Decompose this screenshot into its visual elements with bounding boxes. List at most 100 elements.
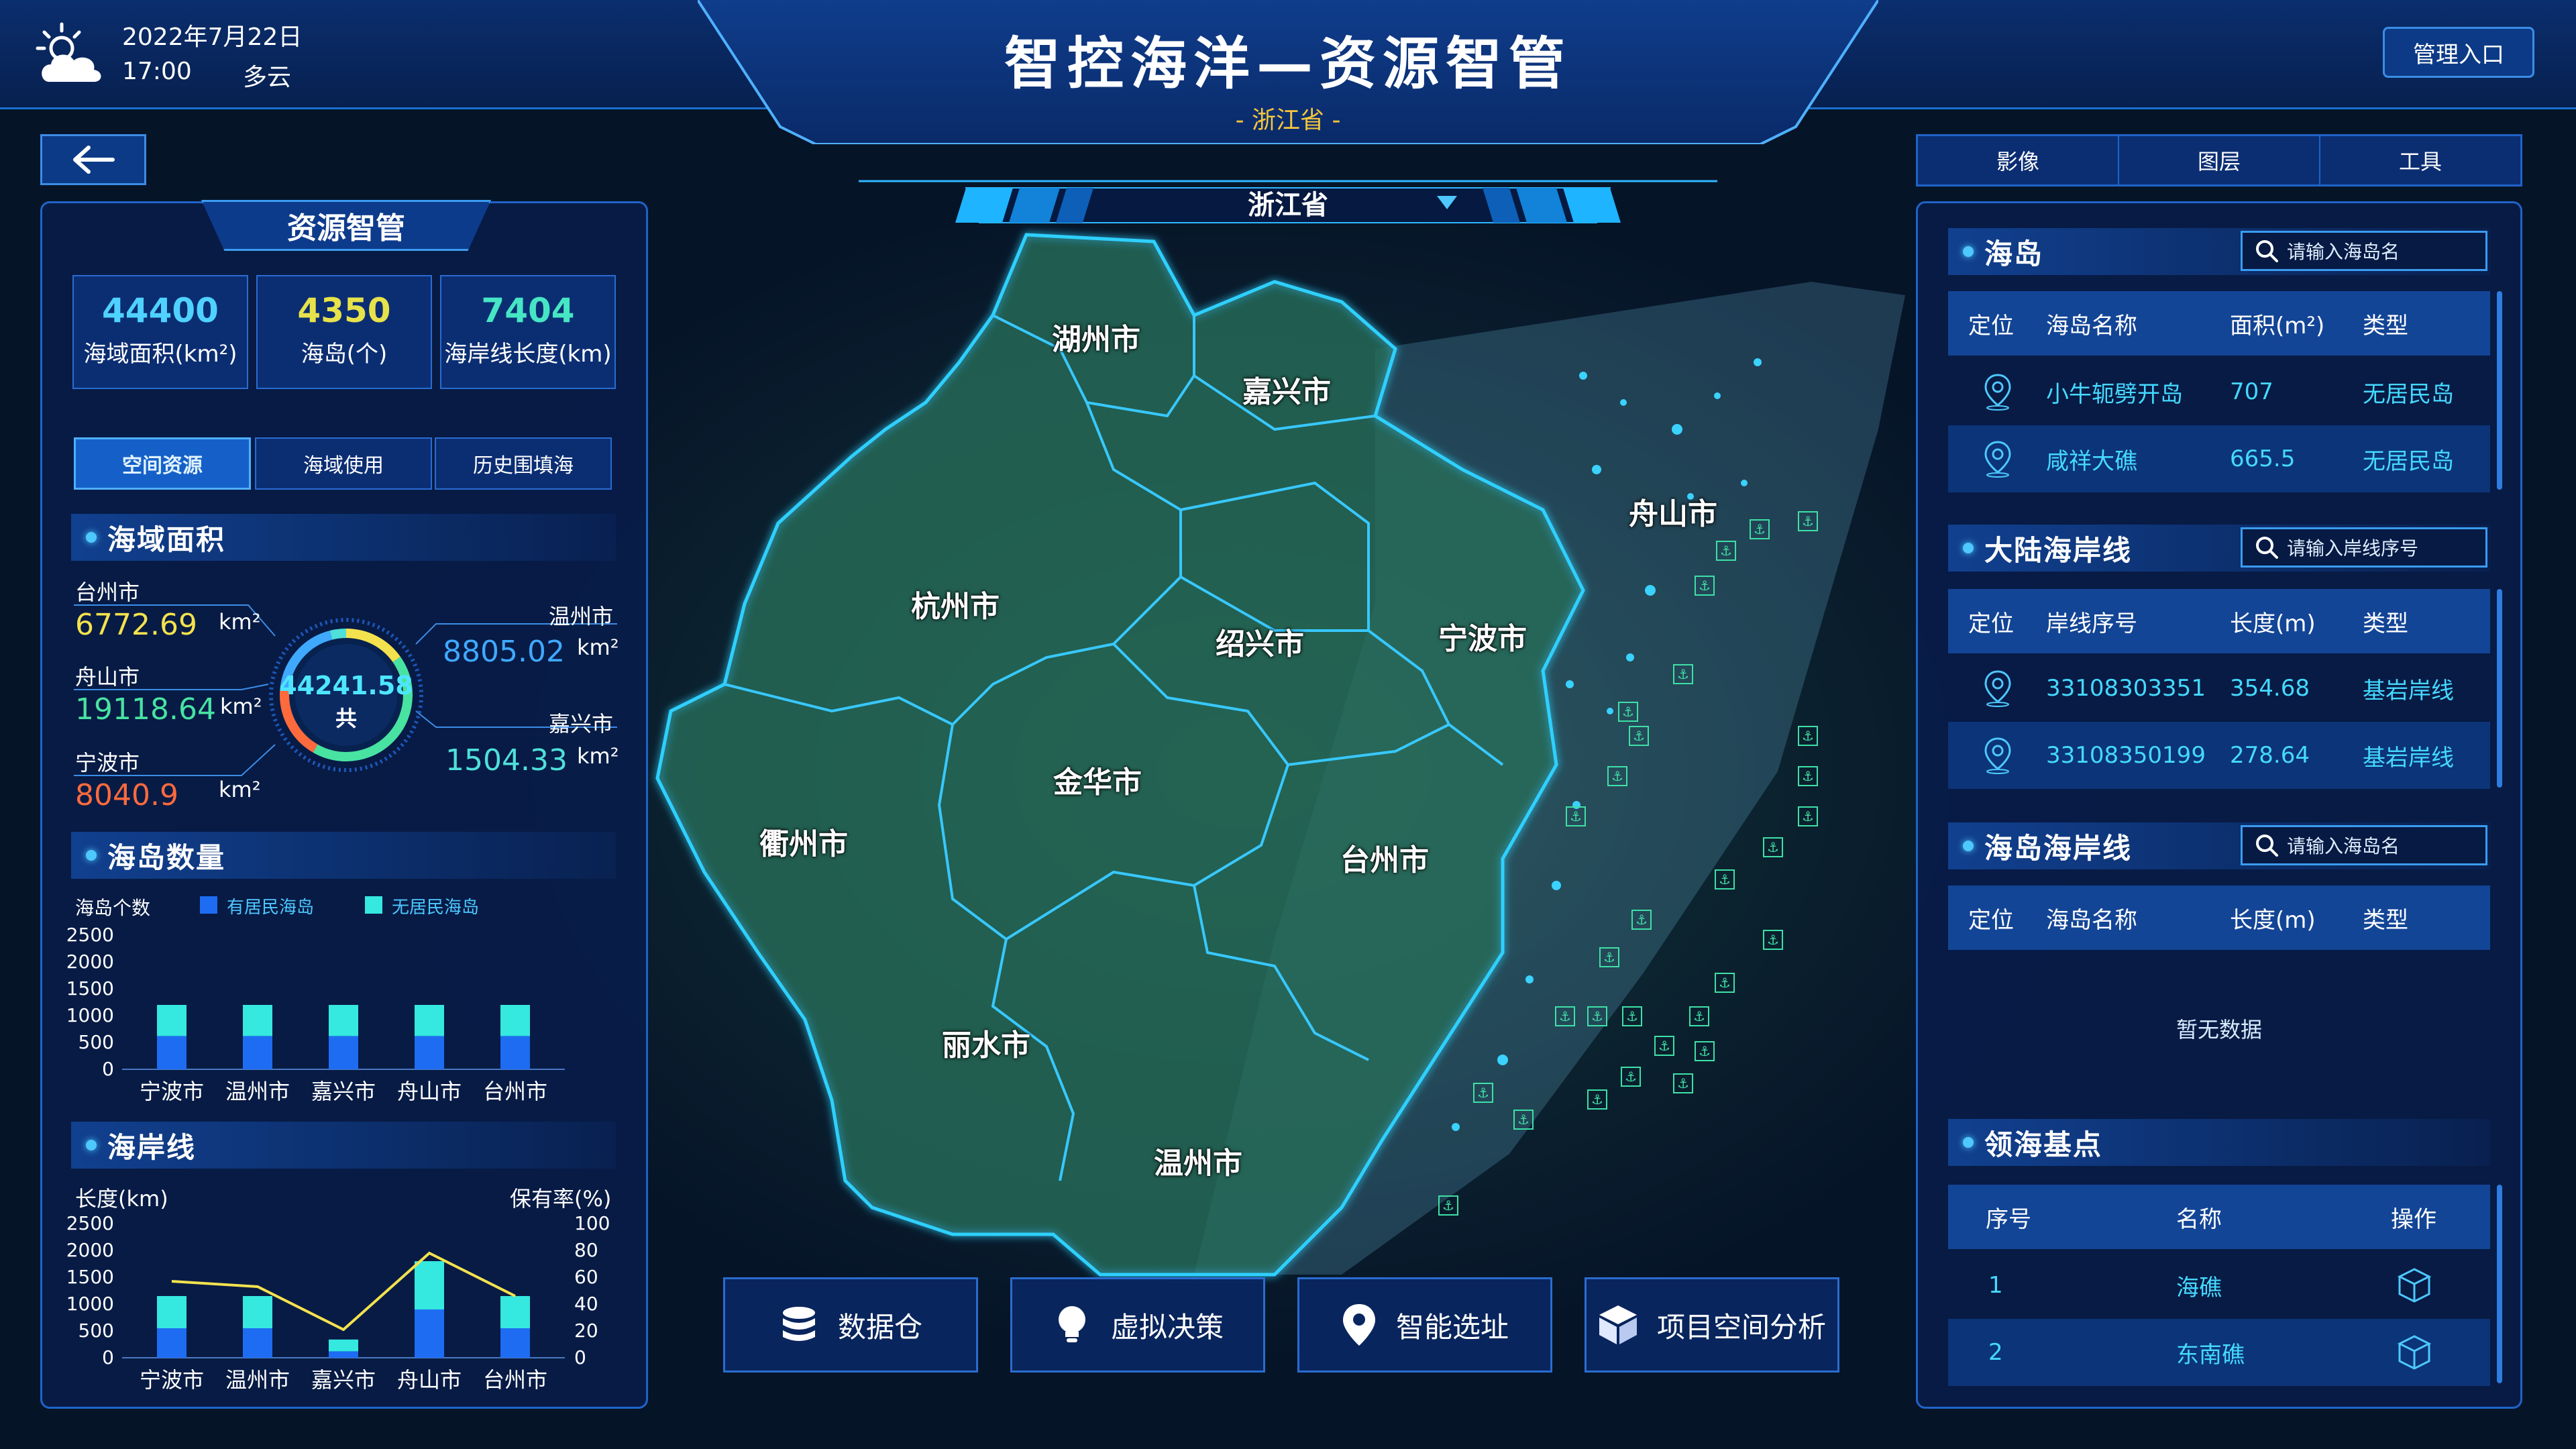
cube-view-icon[interactable] — [2398, 1267, 2431, 1303]
y2-tick-label: 100 — [574, 1212, 610, 1234]
port-marker[interactable]: ⚓ — [1750, 519, 1770, 539]
bar-segment — [329, 1339, 358, 1352]
map-label-hangzhou[interactable]: 杭州市 — [911, 582, 1000, 625]
port-marker[interactable]: ⚓ — [1599, 947, 1619, 967]
sea-city-name: 嘉兴市 — [549, 711, 614, 737]
port-marker[interactable]: ⚓ — [1798, 766, 1818, 786]
bar-segment — [500, 1296, 530, 1328]
island-search-input[interactable]: 请输入海岛名 — [2241, 231, 2487, 271]
tab-tools[interactable]: 工具 — [2320, 136, 2520, 184]
tab-spatial-resources[interactable]: 空间资源 — [74, 437, 251, 490]
port-marker[interactable]: ⚓ — [1629, 726, 1649, 746]
project-analysis-button[interactable]: 项目空间分析 — [1585, 1277, 1839, 1373]
port-marker[interactable]: ⚓ — [1798, 806, 1818, 826]
y2-tick-label: 0 — [574, 1346, 586, 1368]
table-row[interactable]: 33108303351 354.68 基岩岸线 — [1948, 655, 2490, 722]
column-header: 定位 — [1968, 906, 2014, 934]
lightbulb-icon — [1058, 1306, 1085, 1342]
admin-entry-button[interactable]: 管理入口 — [2383, 27, 2534, 78]
port-marker[interactable]: ⚓ — [1654, 1036, 1674, 1056]
column-header: 类型 — [2363, 906, 2408, 934]
port-marker[interactable]: ⚓ — [1607, 766, 1627, 786]
map-label-wenzhou[interactable]: 温州市 — [1154, 1139, 1242, 1182]
map-label-lishui[interactable]: 丽水市 — [942, 1021, 1030, 1064]
x-tick-label: 宁波市 — [140, 1079, 204, 1104]
bullet-icon — [86, 532, 97, 543]
map-label-zhoushan[interactable]: 舟山市 — [1629, 490, 1717, 533]
left-panel-title: 资源智管 — [201, 200, 491, 251]
section-header-baseline: 领海基点 — [1948, 1119, 2490, 1166]
port-marker[interactable]: ⚓ — [1715, 869, 1735, 890]
chevron-down-icon[interactable] — [1436, 195, 1458, 211]
port-marker[interactable]: ⚓ — [1473, 1083, 1493, 1103]
locate-icon[interactable] — [1983, 440, 2012, 478]
coastline-table-scrollbar[interactable] — [2497, 589, 2502, 788]
bar-segment — [329, 1005, 358, 1036]
sea-city-value: 19118.64 — [75, 692, 216, 727]
locate-icon[interactable] — [1983, 669, 2012, 707]
port-marker[interactable]: ⚓ — [1618, 702, 1638, 722]
tab-layers[interactable]: 图层 — [2119, 136, 2320, 184]
table-row[interactable]: 1 海礁 — [1948, 1252, 2490, 1319]
baseline-name: 海礁 — [2176, 1274, 2222, 1301]
port-marker[interactable]: ⚓ — [1716, 541, 1736, 561]
port-marker[interactable]: ⚓ — [1673, 1073, 1693, 1093]
tab-imagery[interactable]: 影像 — [1918, 136, 2119, 184]
port-marker[interactable]: ⚓ — [1715, 973, 1735, 993]
port-marker[interactable]: ⚓ — [1695, 576, 1715, 596]
table-row[interactable]: 咸祥大礁 665.5 无居民岛 — [1948, 425, 2490, 492]
port-marker[interactable]: ⚓ — [1587, 1006, 1607, 1026]
tab-historic-reclamation[interactable]: 历史围填海 — [435, 437, 612, 490]
port-marker[interactable]: ⚓ — [1798, 726, 1818, 746]
map-label-taizhou[interactable]: 台州市 — [1340, 836, 1429, 879]
table-row[interactable]: 33108350199 278.64 基岩岸线 — [1948, 722, 2490, 789]
port-marker[interactable]: ⚓ — [1438, 1195, 1458, 1216]
bar-segment — [243, 1005, 272, 1036]
baseline-table-scrollbar[interactable] — [2497, 1185, 2502, 1383]
map-label-jiaxing[interactable]: 嘉兴市 — [1242, 368, 1331, 411]
section-title: 海岸线 — [107, 1130, 197, 1164]
chart-y-title: 海岛个数 — [75, 897, 151, 919]
locate-icon[interactable] — [1983, 737, 2012, 774]
sea-city-name: 宁波市 — [75, 750, 140, 775]
island-type: 无居民岛 — [2363, 447, 2454, 475]
map-label-jinhua[interactable]: 金华市 — [1053, 758, 1142, 801]
coastline-length: 354.68 — [2230, 675, 2310, 702]
data-warehouse-button[interactable]: 数据仓 — [723, 1277, 978, 1373]
table-row[interactable]: 小牛轭劈开岛 707 无居民岛 — [1948, 358, 2490, 425]
port-marker[interactable]: ⚓ — [1621, 1067, 1641, 1087]
legend-label-inhabited: 有居民海岛 — [227, 898, 315, 918]
bar-segment — [415, 1261, 444, 1309]
coastline-search-input[interactable]: 请输入岸线序号 — [2241, 527, 2487, 568]
port-marker[interactable]: ⚓ — [1513, 1110, 1534, 1130]
port-marker[interactable]: ⚓ — [1566, 806, 1586, 826]
cube-view-icon[interactable] — [2398, 1334, 2431, 1371]
locate-icon[interactable] — [1983, 373, 2012, 411]
tab-sea-use[interactable]: 海域使用 — [255, 437, 432, 490]
port-marker[interactable]: ⚓ — [1555, 1006, 1575, 1026]
map-label-shaoxing[interactable]: 绍兴市 — [1216, 620, 1304, 663]
island-coast-search-input[interactable]: 请输入海岛名 — [2241, 825, 2487, 865]
map-label-huzhou[interactable]: 湖州市 — [1052, 315, 1140, 358]
table-row[interactable]: 2 东南礁 — [1948, 1319, 2490, 1386]
island-table-scrollbar[interactable] — [2497, 291, 2502, 490]
back-button[interactable] — [40, 134, 146, 185]
province-dropdown[interactable]: 浙江省 — [1208, 182, 1368, 223]
smart-site-button[interactable]: 智能选址 — [1297, 1277, 1552, 1373]
section-title: 海岛 — [1984, 237, 2044, 270]
port-marker[interactable]: ⚓ — [1798, 511, 1818, 531]
port-marker[interactable]: ⚓ — [1622, 1006, 1642, 1026]
port-marker[interactable]: ⚓ — [1689, 1006, 1709, 1026]
port-marker[interactable]: ⚓ — [1673, 664, 1693, 684]
port-marker[interactable]: ⚓ — [1631, 910, 1652, 930]
legend-label-uninhabited: 无居民海岛 — [392, 898, 480, 918]
port-marker[interactable]: ⚓ — [1763, 837, 1783, 857]
map-label-quzhou[interactable]: 衢州市 — [759, 820, 848, 863]
port-marker[interactable]: ⚓ — [1587, 1089, 1607, 1110]
weather-text: 多云 — [243, 64, 292, 91]
map-label-ningbo[interactable]: 宁波市 — [1438, 614, 1527, 657]
bullet-icon — [1963, 246, 1974, 257]
port-marker[interactable]: ⚓ — [1695, 1041, 1715, 1061]
virtual-decision-button[interactable]: 虚拟决策 — [1010, 1277, 1265, 1373]
port-marker[interactable]: ⚓ — [1763, 930, 1783, 950]
